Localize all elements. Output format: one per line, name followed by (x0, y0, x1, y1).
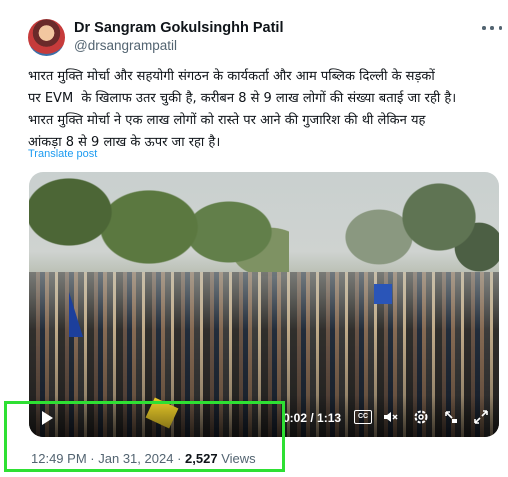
picture-in-picture-icon[interactable] (443, 409, 459, 429)
views-label: Views (221, 451, 256, 466)
flag-shape (374, 284, 392, 304)
fullscreen-icon[interactable] (473, 409, 489, 429)
settings-icon[interactable] (413, 409, 429, 430)
views-count: 2,527 (185, 451, 218, 466)
author-handle[interactable]: @drsangrampatil (74, 38, 177, 53)
meta-separator: · (177, 451, 182, 466)
mute-icon[interactable] (382, 409, 398, 429)
flag-shape (69, 292, 83, 337)
post-text: भारत मुक्ति मोर्चा और सहयोगी संगठन के का… (28, 69, 457, 150)
meta-separator: · (90, 451, 95, 466)
translate-post-link[interactable]: Translate post (28, 148, 97, 160)
avatar[interactable] (28, 19, 65, 56)
author-name[interactable]: Dr Sangram Gokulsinghh Patil (74, 20, 283, 36)
more-horizontal-icon[interactable] (482, 20, 502, 36)
post-time[interactable]: 12:49 PM (31, 451, 87, 466)
captions-icon[interactable]: CC (354, 410, 372, 424)
play-icon[interactable] (42, 411, 53, 425)
post-meta: 12:49 PM · Jan 31, 2024 · 2,527 Views (31, 451, 256, 466)
video-time: 0:02 / 1:13 (283, 411, 342, 425)
post-date[interactable]: Jan 31, 2024 (98, 451, 173, 466)
